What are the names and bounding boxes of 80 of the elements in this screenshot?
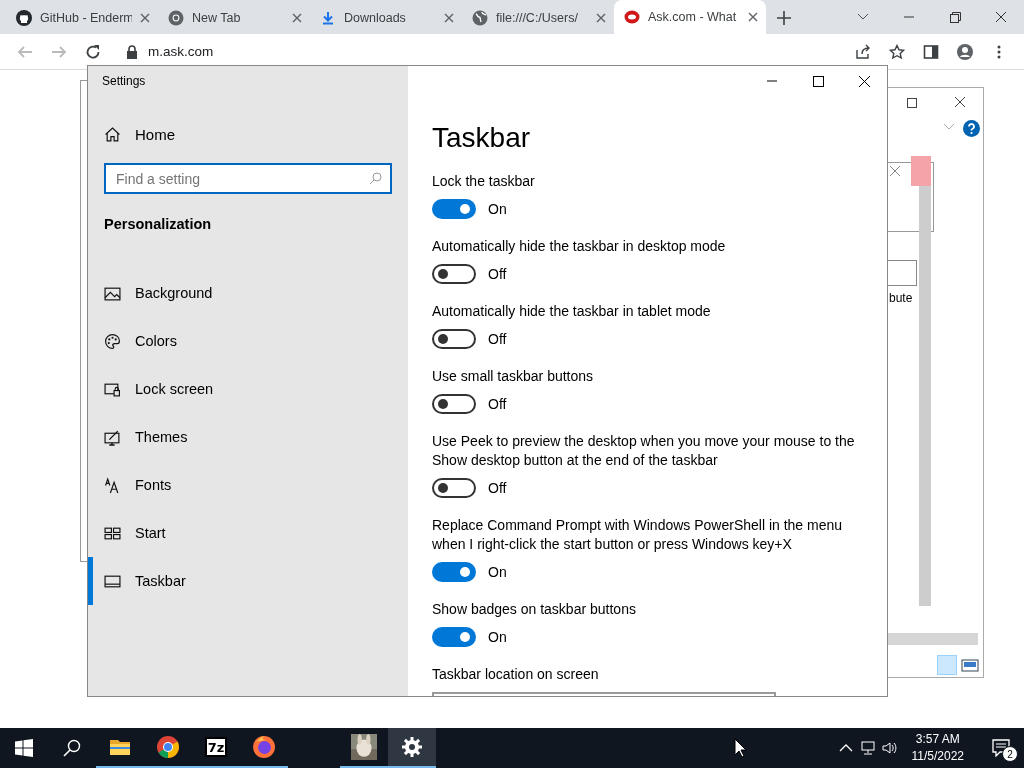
nav-item[interactable]: Start bbox=[88, 509, 408, 557]
close-icon[interactable] bbox=[953, 95, 967, 109]
time: 3:57 AM bbox=[914, 731, 961, 748]
toggle-switch[interactable] bbox=[432, 394, 476, 414]
maximize-icon[interactable] bbox=[905, 96, 919, 110]
setting-label: Use Peek to preview the desktop when you move your mouse to the Show desktop button at the end of the taskbar bbox=[432, 432, 856, 470]
toggle-state: Off bbox=[488, 331, 507, 347]
notifications-button[interactable]: 2 bbox=[978, 728, 1024, 768]
nav-item[interactable]: Themes bbox=[88, 413, 408, 461]
browser-tab[interactable]: Ask.com - What bbox=[614, 0, 766, 34]
scrollbar[interactable] bbox=[919, 186, 931, 606]
themes-icon bbox=[104, 428, 121, 446]
toggle-switch[interactable] bbox=[432, 562, 476, 582]
cursor-icon bbox=[734, 738, 747, 758]
archive-app-icon: 7z bbox=[205, 737, 227, 757]
close-icon[interactable] bbox=[596, 13, 606, 23]
volume-icon[interactable] bbox=[881, 740, 898, 756]
clock[interactable]: 3:57 AM 11/5/2022 bbox=[903, 731, 972, 765]
download-icon bbox=[320, 10, 336, 26]
setting-label: Taskbar location on screen bbox=[432, 665, 600, 684]
section-heading: Personalization bbox=[104, 216, 213, 232]
nav-item[interactable]: Lock screen bbox=[88, 365, 408, 413]
page-title: Taskbar bbox=[432, 122, 532, 154]
toggle-state: Off bbox=[488, 396, 507, 412]
date: 11/5/2022 bbox=[911, 748, 964, 765]
search-field[interactable]: Find a setting bbox=[104, 163, 392, 194]
search-icon bbox=[63, 739, 81, 757]
toggle-state: Off bbox=[488, 266, 507, 282]
setting-label: Use small taskbar buttons bbox=[432, 367, 595, 386]
close-icon[interactable] bbox=[748, 12, 758, 22]
browser-tab[interactable]: New Tab bbox=[158, 6, 310, 34]
fonts-icon bbox=[104, 476, 121, 494]
toggle-state: On bbox=[488, 201, 507, 217]
browser-tab[interactable]: Downloads bbox=[310, 6, 462, 34]
home-icon[interactable] bbox=[104, 126, 121, 143]
nav-item[interactable]: Background bbox=[88, 269, 408, 317]
browser-tab[interactable]: file:///C:/Users/ bbox=[462, 6, 614, 34]
window-title: Settings bbox=[102, 74, 147, 88]
address-bar[interactable]: m.ask.com bbox=[148, 44, 214, 59]
setting-label: Automatically hide the taskbar in desktop mode bbox=[432, 237, 727, 256]
toggle-state: On bbox=[488, 564, 507, 580]
toggle-switch[interactable] bbox=[432, 627, 476, 647]
toggle-switch[interactable] bbox=[432, 264, 476, 284]
globe-icon bbox=[472, 10, 488, 26]
close-icon[interactable] bbox=[292, 13, 302, 23]
new-tab-icon[interactable] bbox=[776, 10, 792, 26]
toggle-switch[interactable] bbox=[432, 329, 476, 349]
home-link[interactable]: Home bbox=[135, 126, 175, 143]
toggle-state: Off bbox=[488, 480, 507, 496]
nav-item[interactable]: Fonts bbox=[88, 461, 408, 509]
help-icon[interactable] bbox=[963, 120, 980, 137]
palette-icon bbox=[104, 332, 121, 350]
settings-icon bbox=[400, 735, 424, 759]
firefox-icon bbox=[252, 735, 276, 759]
setting-label: Lock the taskbar bbox=[432, 172, 536, 191]
chrome-icon bbox=[168, 10, 184, 26]
nav-item[interactable]: Taskbar bbox=[88, 557, 408, 605]
setting-label: Automatically hide the taskbar in tablet mode bbox=[432, 302, 712, 321]
setting-label: Show badges on taskbar buttons bbox=[432, 600, 637, 619]
taskbar-app-button[interactable]: 7z bbox=[192, 728, 240, 768]
setting-label: Replace Command Prompt with Windows PowerShell in the menu when I right-click the start button or press Windows key+X bbox=[432, 516, 844, 554]
dropdown[interactable] bbox=[888, 260, 917, 286]
close-icon[interactable] bbox=[140, 13, 150, 23]
search-icon bbox=[369, 172, 382, 185]
toggle-switch[interactable] bbox=[432, 199, 476, 219]
thumbnail-view-icon[interactable] bbox=[961, 659, 979, 672]
toggle-switch[interactable] bbox=[432, 478, 476, 498]
browser-tab[interactable]: GitHub - Enderm bbox=[6, 6, 158, 34]
notification-badge: 2 bbox=[1002, 746, 1018, 762]
chrome-icon bbox=[156, 735, 180, 759]
column-header: bute bbox=[889, 291, 913, 305]
windows-icon bbox=[15, 739, 33, 757]
lock-icon[interactable] bbox=[126, 44, 138, 59]
scrollbar[interactable] bbox=[888, 633, 978, 645]
ask-logo-icon bbox=[624, 9, 640, 25]
close-icon[interactable] bbox=[444, 13, 454, 23]
nav-item[interactable]: Colors bbox=[88, 317, 408, 365]
toggle-state: On bbox=[488, 629, 507, 645]
network-icon[interactable] bbox=[859, 740, 876, 756]
taskbar-app-button[interactable] bbox=[388, 728, 436, 768]
